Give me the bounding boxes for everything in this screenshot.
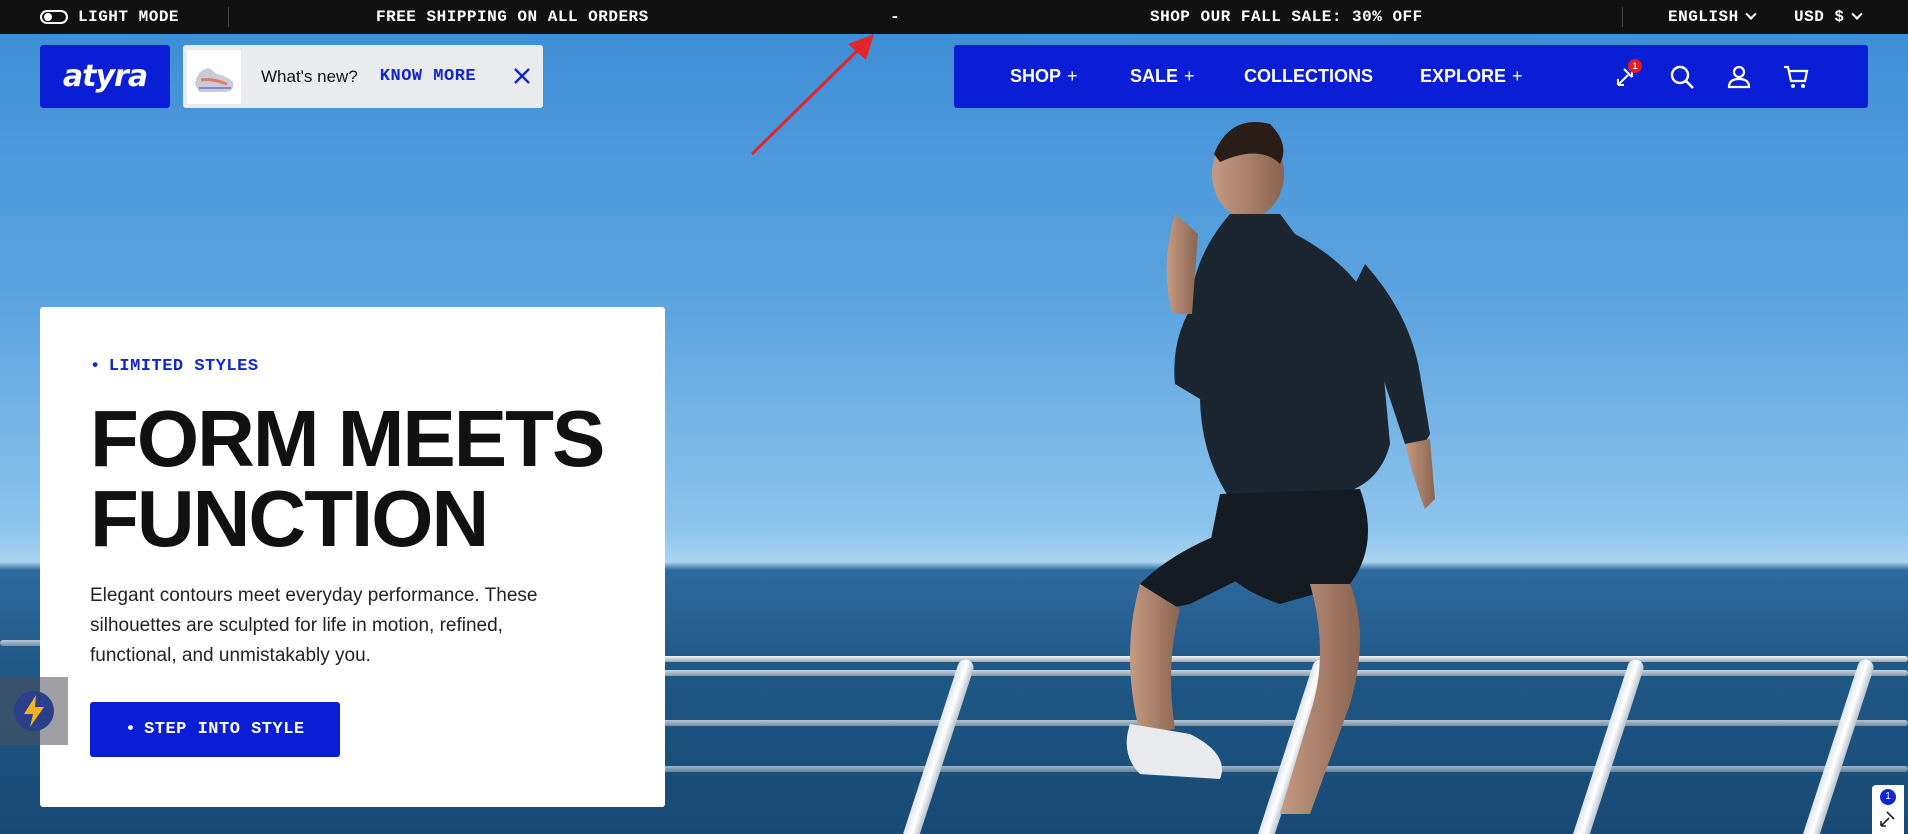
headline-line: FUNCTION xyxy=(90,474,489,563)
runner-figure xyxy=(1126,122,1435,814)
divider xyxy=(228,7,229,27)
hero-headline: FORM MEETS FUNCTION xyxy=(90,399,610,559)
toggle-switch-icon[interactable] xyxy=(40,10,68,24)
chevron-down-icon xyxy=(1850,8,1863,20)
product-thumbnail[interactable] xyxy=(187,49,241,104)
nav-item-sale[interactable]: SALE + xyxy=(1130,45,1195,108)
search-icon[interactable] xyxy=(1668,63,1696,91)
user-icon[interactable] xyxy=(1725,63,1753,91)
announcement-sale: SHOP OUR FALL SALE: 30% OFF xyxy=(1150,8,1423,26)
announcement-shipping: FREE SHIPPING ON ALL ORDERS xyxy=(376,8,649,26)
announcement-bar: LIGHT MODE FREE SHIPPING ON ALL ORDERS -… xyxy=(0,0,1908,34)
eyebrow-label: LIMITED STYLES xyxy=(90,357,259,376)
cart-icon[interactable] xyxy=(1782,63,1810,91)
annotation-arrow-icon xyxy=(750,34,874,156)
announcement-separator: - xyxy=(890,8,901,26)
headline-line: FORM MEETS xyxy=(90,394,605,483)
corner-badge: 1 xyxy=(1880,789,1896,805)
whats-new-promo: What's new? KNOW MORE xyxy=(183,45,543,108)
compare-drawer-widget[interactable]: 1 xyxy=(1872,785,1904,834)
promo-label: What's new? xyxy=(261,66,358,86)
compare-button[interactable]: 1 xyxy=(1612,59,1642,91)
railing-post xyxy=(1798,657,1876,834)
step-into-style-button[interactable]: STEP INTO STYLE xyxy=(90,702,340,757)
sneaker-icon xyxy=(195,67,234,92)
nav-item-shop[interactable]: SHOP + xyxy=(1010,45,1078,108)
know-more-link[interactable]: KNOW MORE xyxy=(380,67,476,86)
hero-content-card: LIMITED STYLES FORM MEETS FUNCTION Elega… xyxy=(40,307,665,807)
main-navigation: SHOP + SALE + COLLECTIONS EXPLORE + 1 xyxy=(954,45,1868,108)
close-icon[interactable] xyxy=(511,65,533,87)
compare-badge: 1 xyxy=(1628,59,1642,73)
chevron-down-icon xyxy=(1745,8,1757,20)
hero-description: Elegant contours meet everyday performan… xyxy=(90,585,538,666)
side-widget[interactable] xyxy=(0,677,68,745)
light-mode-toggle[interactable]: LIGHT MODE xyxy=(40,0,179,34)
divider xyxy=(1622,7,1623,27)
language-label: ENGLISH xyxy=(1668,8,1739,26)
currency-label: USD $ xyxy=(1794,8,1845,26)
currency-selector[interactable]: USD $ xyxy=(1794,0,1863,34)
railing-post xyxy=(898,657,976,834)
light-mode-label: LIGHT MODE xyxy=(78,8,180,26)
language-selector[interactable]: ENGLISH xyxy=(1668,0,1757,34)
nav-item-explore[interactable]: EXPLORE + xyxy=(1420,45,1523,108)
lightning-icon xyxy=(14,691,54,731)
logo-text: atyra xyxy=(62,59,148,94)
brand-logo[interactable]: atyra xyxy=(40,45,170,108)
cta-label: STEP INTO STYLE xyxy=(144,720,305,739)
compare-arrows-icon xyxy=(1880,811,1895,827)
nav-item-collections[interactable]: COLLECTIONS xyxy=(1244,45,1373,108)
railing-post xyxy=(1568,657,1646,834)
